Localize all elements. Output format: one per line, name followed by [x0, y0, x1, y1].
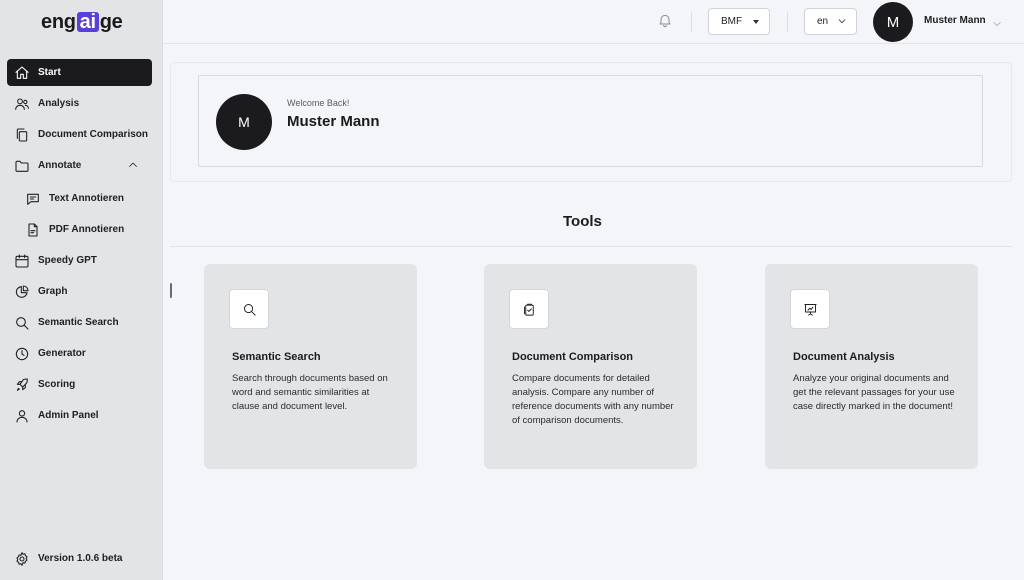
sidebar-item-label: Graph: [38, 286, 68, 297]
sidebar-item-label: Admin Panel: [38, 410, 99, 421]
sidebar-item-admin-panel[interactable]: Admin Panel: [7, 402, 152, 429]
language-select-value: en: [817, 16, 829, 27]
version-settings[interactable]: Version 1.0.6 beta: [7, 545, 152, 572]
logo-text-pre: eng: [41, 10, 76, 33]
file-icon: [24, 221, 42, 239]
sidebar-item-semantic-search[interactable]: Semantic Search: [7, 309, 152, 336]
tool-title: Semantic Search: [232, 351, 321, 363]
logo-text-ai: ai: [76, 12, 99, 32]
sidebar-item-document-comparison[interactable]: Document Comparison: [7, 121, 152, 148]
sidebar-item-speedy-gpt[interactable]: Speedy GPT: [7, 247, 152, 274]
search-icon: [229, 289, 269, 329]
avatar-initial: M: [238, 114, 250, 130]
calendar-icon: [13, 252, 31, 270]
sidebar-item-start[interactable]: Start: [7, 59, 152, 86]
caret-down-icon: [753, 20, 759, 24]
avatar[interactable]: M: [873, 2, 913, 42]
sidebar-item-graph[interactable]: Graph: [7, 278, 152, 305]
org-select[interactable]: BMF: [708, 8, 770, 35]
user-icon: [13, 407, 31, 425]
welcome-greeting: Welcome Back!: [287, 98, 350, 108]
user-name[interactable]: Muster Mann: [924, 15, 986, 26]
gear-icon: [13, 550, 31, 568]
sidebar-item-label: Speedy GPT: [38, 255, 97, 266]
sidebar-item-generator[interactable]: Generator: [7, 340, 152, 367]
tool-description: Compare documents for detailed analysis.…: [512, 373, 674, 426]
pie-icon: [13, 283, 31, 301]
bell-icon[interactable]: [657, 12, 675, 30]
sidebar-item-label: Semantic Search: [38, 317, 119, 328]
chevron-up-icon[interactable]: [127, 159, 139, 171]
resize-handle[interactable]: [170, 283, 172, 298]
tool-card-document-comparison[interactable]: Document Comparison Compare documents fo…: [484, 264, 697, 469]
chevron-down-icon[interactable]: [991, 16, 1003, 34]
sidebar-item-scoring[interactable]: Scoring: [7, 371, 152, 398]
folder-icon: [13, 157, 31, 175]
sidebar-item-label: Text Annotieren: [49, 193, 125, 204]
divider: [170, 246, 1012, 247]
avatar: M: [216, 94, 272, 150]
tool-card-document-analysis[interactable]: Document Analysis Analyze your original …: [765, 264, 978, 469]
sidebar-item-label: PDF Annotieren: [49, 224, 125, 235]
top-bar: BMF en M Muster Mann: [163, 0, 1024, 44]
avatar-initial: M: [886, 13, 900, 31]
users-icon: [13, 95, 31, 113]
sidebar-item-label: Scoring: [38, 379, 76, 390]
search-icon: [13, 314, 31, 332]
engaige-logo[interactable]: eng ai ge: [41, 11, 123, 33]
sidebar-item-pdf-annotieren[interactable]: PDF Annotieren: [18, 216, 152, 243]
presentation-chart-icon: [790, 289, 830, 329]
sidebar-item-label: Document Comparison: [38, 129, 149, 140]
tool-description: Search through documents based on word a…: [232, 373, 388, 412]
sidebar-item-analysis[interactable]: Analysis: [7, 90, 152, 117]
tool-card-semantic-search[interactable]: Semantic Search Search through documents…: [204, 264, 417, 469]
divider: [691, 12, 692, 32]
copy-icon: [13, 126, 31, 144]
welcome-user-name: Muster Mann: [287, 113, 380, 130]
message-icon: [24, 190, 42, 208]
sidebar-item-label: Generator: [38, 348, 86, 359]
sidebar-item-label: Annotate: [38, 160, 82, 171]
version-label: Version 1.0.6 beta: [38, 553, 123, 564]
rocket-icon: [13, 376, 31, 394]
tool-title: Document Analysis: [793, 351, 895, 363]
sidebar-item-label: Start: [38, 67, 61, 78]
logo-text-post: ge: [99, 10, 123, 33]
divider: [787, 12, 788, 32]
home-icon: [13, 64, 31, 82]
tool-description: Analyze your original documents and get …: [793, 373, 955, 412]
language-select[interactable]: en: [804, 8, 857, 35]
sidebar-item-label: Analysis: [38, 98, 80, 109]
org-select-value: BMF: [721, 16, 743, 27]
sidebar-item-annotate[interactable]: Annotate: [7, 152, 152, 179]
tools-heading: Tools: [563, 213, 602, 230]
sidebar-item-text-annotieren[interactable]: Text Annotieren: [18, 185, 152, 212]
clipboard-check-icon: [509, 289, 549, 329]
chevron-down-icon: [837, 16, 847, 29]
clock-icon: [13, 345, 31, 363]
sidebar: eng ai ge Start Analysis Document Comparis…: [0, 0, 163, 580]
tool-title: Document Comparison: [512, 351, 634, 363]
